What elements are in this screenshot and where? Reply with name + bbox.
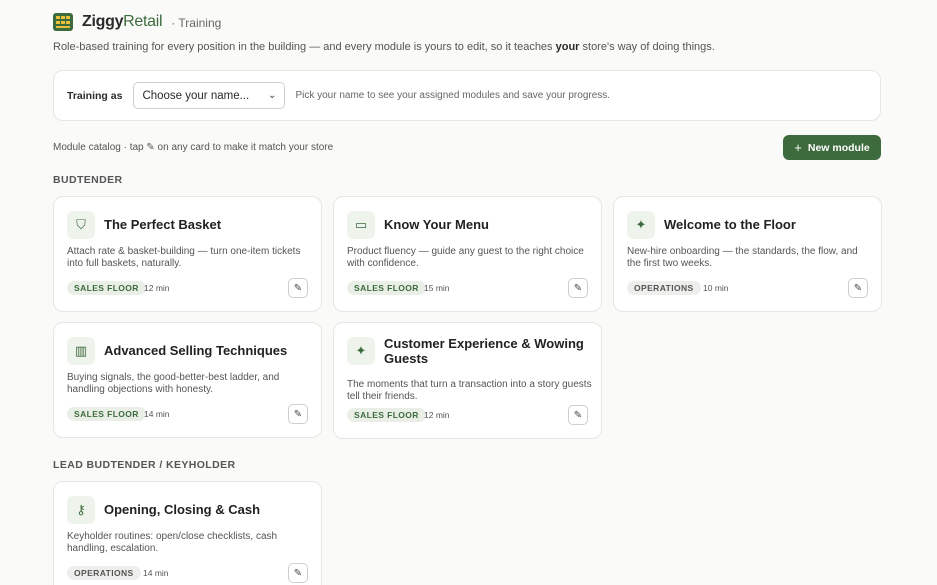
module-card[interactable]: ▭ Know Your Menu Product fluency — guide… <box>333 196 602 312</box>
module-description: Attach rate & basket-building — turn one… <box>67 246 301 269</box>
module-title: The Perfect Basket <box>104 217 222 232</box>
duration-label: 14 min <box>144 409 170 419</box>
sparkle-icon: ✦ <box>347 337 375 365</box>
module-card[interactable]: ✦ Customer Experience & Wowing Guests Th… <box>333 322 602 439</box>
tagline: Role-based training for every position i… <box>53 41 715 53</box>
bar-chart-icon: ▥ <box>67 337 95 365</box>
app-header: ZiggyRetail · Training <box>53 13 221 31</box>
module-title: Know Your Menu <box>384 217 489 232</box>
module-title: Opening, Closing & Cash <box>104 502 261 517</box>
edit-module-button[interactable]: ✎ <box>288 404 308 424</box>
training-as-label: Training as <box>67 89 123 102</box>
name-select[interactable]: Choose your name... ⌄ <box>133 82 286 109</box>
category-badge: OPERATIONS <box>67 566 141 580</box>
duration-label: 12 min <box>424 410 450 420</box>
pencil-icon: ✎ <box>573 282 583 294</box>
duration-label: 14 min <box>143 568 169 578</box>
chevron-down-icon: ⌄ <box>268 90 277 101</box>
pencil-icon: ✎ <box>293 567 303 579</box>
module-description: Keyholder routines: open/close checklist… <box>67 531 278 554</box>
name-select-value: Choose your name... <box>142 89 250 102</box>
category-badge: OPERATIONS <box>627 281 701 295</box>
category-badge: SALES FLOOR <box>347 281 426 295</box>
section-title-budtender: BUDTENDER <box>53 174 123 186</box>
edit-module-button[interactable]: ✎ <box>568 278 588 298</box>
edit-module-button[interactable]: ✎ <box>288 563 308 583</box>
duration-label: 12 min <box>144 283 170 293</box>
brand-subtitle: · Training <box>171 16 222 30</box>
pencil-icon: ✎ <box>573 409 583 421</box>
category-badge: SALES FLOOR <box>67 407 146 421</box>
key-icon: ⚷ <box>67 496 95 524</box>
training-as-panel: Training as Choose your name... ⌄ Pick y… <box>53 70 881 121</box>
pencil-icon: ✎ <box>853 282 863 294</box>
category-badge: SALES FLOOR <box>67 281 146 295</box>
book-icon: ▭ <box>347 211 375 239</box>
logo-icon <box>53 13 73 31</box>
module-card[interactable]: ✦ Welcome to the Floor New-hire onboardi… <box>613 196 882 312</box>
basket-icon: ⛉ <box>67 211 95 239</box>
catalog-caption: Module catalog · tap ✎ on any card to ma… <box>53 142 334 153</box>
pencil-icon: ✎ <box>293 282 303 294</box>
sparkle-icon: ✦ <box>627 211 655 239</box>
module-card[interactable]: ⚷ Opening, Closing & Cash Keyholder rout… <box>53 481 322 585</box>
module-description: Buying signals, the good-better-best lad… <box>67 372 280 395</box>
edit-module-button[interactable]: ✎ <box>288 278 308 298</box>
module-card[interactable]: ⛉ The Perfect Basket Attach rate & baske… <box>53 196 322 312</box>
module-card[interactable]: ▥ Advanced Selling Techniques Buying sig… <box>53 322 322 438</box>
section-title-lead-budtender: LEAD BUDTENDER / KEYHOLDER <box>53 459 236 471</box>
plus-icon: + <box>794 140 802 155</box>
brand-name: ZiggyRetail <box>82 13 163 30</box>
new-module-button[interactable]: + New module <box>783 135 881 160</box>
pencil-icon: ✎ <box>293 408 303 420</box>
duration-label: 10 min <box>703 283 729 293</box>
module-description: The moments that turn a transaction into… <box>347 379 592 402</box>
duration-label: 15 min <box>424 283 450 293</box>
training-hint: Pick your name to see your assigned modu… <box>295 90 611 101</box>
module-title: Advanced Selling Techniques <box>104 343 288 358</box>
category-badge: SALES FLOOR <box>347 408 426 422</box>
module-title: Welcome to the Floor <box>664 217 796 232</box>
edit-module-button[interactable]: ✎ <box>848 278 868 298</box>
module-title: Customer Experience & Wowing Guests <box>384 336 584 366</box>
edit-module-button[interactable]: ✎ <box>568 405 588 425</box>
module-description: New-hire onboarding — the standards, the… <box>627 246 858 269</box>
module-description: Product fluency — guide any guest to the… <box>347 246 584 269</box>
